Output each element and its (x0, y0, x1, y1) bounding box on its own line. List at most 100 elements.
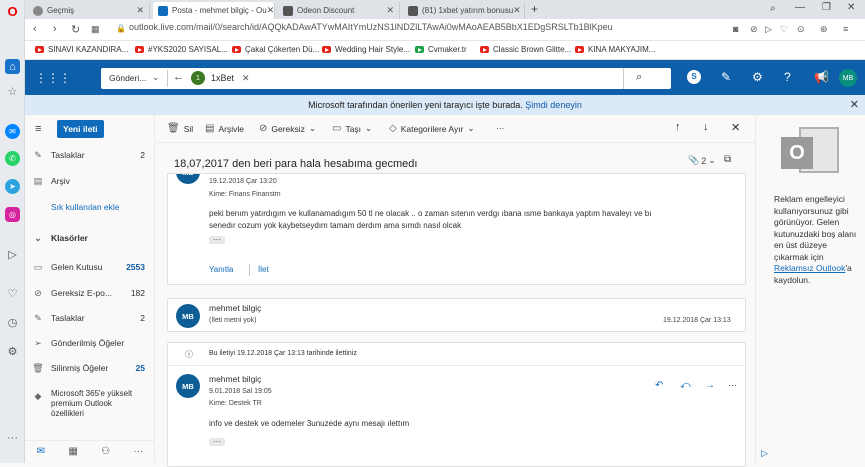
archive-button[interactable]: ▤ Arşivle (205, 123, 244, 134)
bookmarks-icon[interactable]: ☆ (5, 84, 20, 99)
close-icon[interactable]: ✕ (386, 5, 394, 16)
move-button[interactable]: ▭ Taşı ⌄ (332, 123, 372, 134)
bookmark-item[interactable]: Çakal Çökerten Dü... (232, 45, 319, 54)
reply-button[interactable]: Yanıtla (209, 265, 233, 274)
banner-link[interactable]: Şimdi deneyin (525, 100, 582, 110)
home-icon[interactable]: ⌂ (5, 59, 20, 74)
arrow-down-icon[interactable]: ↓ (703, 121, 709, 133)
megaphone-icon[interactable]: 📢 (814, 70, 829, 84)
player-icon[interactable]: ▷ (5, 247, 20, 262)
people-icon[interactable]: ⚇ (101, 446, 110, 457)
folder-archive-fav[interactable]: ▤ Arşiv (25, 171, 155, 191)
new-message-button[interactable]: Yeni ileti (57, 120, 104, 138)
skype-icon[interactable]: S (687, 70, 701, 84)
more-actions-button[interactable]: ··· (496, 123, 505, 133)
close-icon[interactable]: ✕ (513, 5, 521, 16)
minimize-button[interactable]: — (795, 2, 805, 13)
bookmark-item[interactable]: Classic Brown Glitte... (480, 45, 571, 54)
forward-icon[interactable]: → (705, 380, 715, 391)
new-tab-button[interactable]: + (531, 2, 538, 16)
play-icon[interactable]: ▷ (765, 24, 772, 35)
bookmark-item[interactable]: SINAVI KAZANDIRA... (35, 45, 128, 54)
close-window-button[interactable]: ✕ (847, 2, 855, 13)
url-field[interactable]: outlook.live.com/mail/0/search/id/AQQkAD… (129, 22, 613, 32)
extensions-icon[interactable]: ⊛ (820, 24, 828, 35)
folder-sent[interactable]: ➢ Gönderilmiş Öğeler (25, 333, 155, 353)
ad-free-link[interactable]: Reklamsız Outlook (774, 263, 845, 273)
popout-icon[interactable]: ⧉ (724, 154, 731, 165)
show-more-button[interactable]: ··· (209, 438, 225, 446)
categorize-button[interactable]: ◇ Kategorilere Ayır ⌄ (389, 123, 475, 134)
back-icon[interactable]: ‹ (33, 23, 37, 35)
close-icon[interactable]: ✕ (731, 121, 740, 134)
gear-icon[interactable]: ⚙ (752, 70, 763, 84)
folder-junk[interactable]: ⊘ Gereksiz E-po... 182 (25, 283, 155, 303)
tab-odeon[interactable]: Odeon Discount ✕ (278, 2, 400, 19)
thread-subject: 18,07,2017 den beri para hala hesabıma g… (174, 158, 418, 170)
message-card-collapsed[interactable]: MB mehmet bilgiç (İleti metni yok) 19.12… (167, 298, 746, 332)
close-icon[interactable]: ✕ (242, 73, 250, 84)
bookmark-item[interactable]: KINA MAKYAJIM... (575, 45, 655, 54)
back-arrow-icon[interactable]: ← (173, 71, 184, 83)
settings-icon[interactable]: ⚙ (5, 344, 20, 359)
avatar[interactable]: MB (839, 69, 857, 87)
junk-button[interactable]: ⊘ Gereksiz ⌄ (259, 123, 316, 134)
more-apps-icon[interactable]: ··· (133, 446, 143, 457)
help-icon[interactable]: ? (784, 70, 791, 84)
close-icon[interactable]: ✕ (267, 5, 274, 16)
vpn-icon[interactable]: ⊘ (750, 24, 758, 35)
search-scope-select[interactable]: Gönderi... (109, 73, 146, 83)
folder-deleted[interactable]: 🗑 Silinmiş Öğeler 25 (25, 358, 155, 378)
search-chip[interactable]: 1 1xBet ✕ (191, 71, 250, 85)
mail-icon[interactable]: ✉ (37, 446, 45, 457)
more-icon[interactable]: ··· (728, 380, 737, 390)
hamburger-icon[interactable]: ≡ (35, 123, 41, 135)
arrow-up-icon[interactable]: ↑ (675, 121, 681, 133)
bookmark-item[interactable]: #YKS2020 SAYISAL... (135, 45, 228, 54)
whatsapp-icon[interactable]: ✆ (5, 151, 20, 166)
message-card: MB 19.12.2018 Çar 13:20 Kime: Finans Fin… (167, 173, 746, 285)
attachment-indicator[interactable]: 📎 2 ⌄ (688, 155, 716, 166)
more-icon[interactable]: ··· (5, 430, 20, 445)
maximize-button[interactable]: ❐ (822, 2, 831, 13)
add-favorite-link[interactable]: Sık kullanılan ekle (25, 197, 155, 217)
my-day-icon[interactable]: ✎ (721, 70, 731, 84)
reply-icon[interactable]: ↶ (655, 380, 663, 391)
folder-drafts-fav[interactable]: ✎ Taslaklar 2 (25, 145, 155, 165)
search-tabs-icon[interactable]: ⌕ (770, 3, 776, 14)
tab-history[interactable]: Geçmiş ✕ (28, 2, 150, 19)
folders-section-header[interactable]: ⌄ Klasörler (25, 228, 155, 248)
opera-logo-icon[interactable]: O (5, 4, 20, 19)
telegram-icon[interactable]: ➤ (5, 179, 20, 194)
tab-1xbet[interactable]: (81) 1xbet yatırım bonusu ✕ (403, 2, 525, 19)
forward-icon[interactable]: › (53, 23, 57, 35)
ad-choices-icon[interactable]: ▷ (761, 448, 768, 459)
delete-button[interactable]: 🗑 Sil (167, 123, 193, 134)
search-icon[interactable]: ⌕ (636, 71, 642, 84)
menu-icon[interactable]: ≡ (843, 24, 848, 34)
folder-inbox[interactable]: ▭ Gelen Kutusu 2553 (25, 257, 155, 277)
heart-icon[interactable]: ♡ (780, 24, 788, 35)
history-icon (33, 5, 43, 16)
premium-upsell[interactable]: ◆ Microsoft 365'e yükselt premium Outloo… (25, 389, 155, 427)
app-launcher-icon[interactable]: ⋮⋮⋮ (35, 71, 71, 85)
bookmark-item[interactable]: Cvmaker.tr (415, 45, 467, 54)
close-icon[interactable]: ✕ (136, 5, 144, 16)
reload-icon[interactable]: ↻ (71, 23, 80, 36)
heart-icon[interactable]: ♡ (5, 286, 20, 301)
tab-outlook[interactable]: Posta - mehmet bilgiç - Ou ✕ (153, 2, 275, 19)
reply-all-icon[interactable]: ⤺ (680, 380, 691, 391)
forward-button[interactable]: İlet (258, 265, 269, 274)
camera-icon[interactable]: ◙ (733, 24, 738, 34)
show-more-button[interactable]: ··· (209, 236, 225, 244)
search-box[interactable]: Gönderi... ⌄ ← 1 1xBet ✕ ⌕ (101, 68, 671, 89)
bookmark-item[interactable]: Wedding Hair Style... (322, 45, 410, 54)
messenger-icon[interactable]: ✉ (5, 124, 20, 139)
close-icon[interactable]: ✕ (850, 95, 859, 115)
folder-drafts[interactable]: ✎ Taslaklar 2 (25, 308, 155, 328)
calendar-icon[interactable]: ▦ (68, 446, 77, 457)
speed-dial-icon[interactable]: ▦ (91, 24, 100, 35)
history-icon[interactable]: ◷ (5, 315, 20, 330)
wallet-icon[interactable]: ⊙ (797, 24, 805, 35)
instagram-icon[interactable]: ◎ (5, 207, 20, 222)
